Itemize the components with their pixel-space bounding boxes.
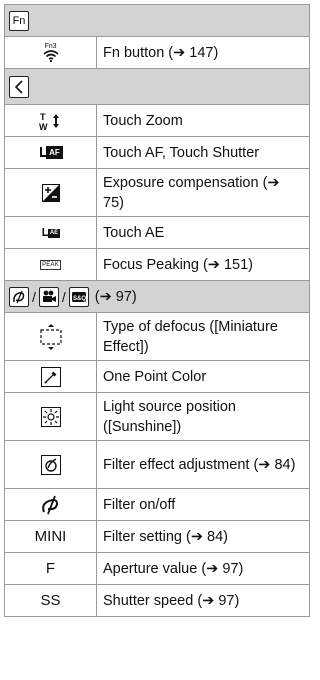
table-row: One Point Color <box>5 361 309 393</box>
mode-section-header: / / S&Q (➔ 97) <box>5 281 309 313</box>
table-row: Type of defocus ([Miniature Effect]) <box>5 313 309 361</box>
row-text: Focus Peaking (➔ 151) <box>103 256 253 273</box>
fn-icon: Fn <box>9 10 29 31</box>
fn3-label: Fn3 <box>44 43 57 50</box>
slow-quick-icon: S&Q <box>68 286 89 307</box>
filter-onoff-icon <box>5 489 97 520</box>
mini-label: MINI <box>5 521 97 552</box>
row-text: Filter effect adjustment (➔ 84) <box>103 456 296 473</box>
fn-section-header: Fn <box>5 5 309 37</box>
row-text: Shutter speed (➔ 97) <box>103 592 240 609</box>
row-text: Light source position ([Sunshine]) <box>103 398 236 435</box>
row-text: Touch AE <box>103 224 165 241</box>
defocus-frame-icon <box>5 313 97 360</box>
filter-adjust-icon <box>5 441 97 488</box>
table-row: Light source position ([Sunshine]) <box>5 393 309 441</box>
table-row: Filter effect adjustment (➔ 84) <box>5 441 309 489</box>
creative-video-icon <box>38 286 59 307</box>
row-text: One Point Color <box>103 368 207 385</box>
touch-ae-icon: AE <box>5 217 97 248</box>
table-row: Fn3 Fn button (➔ 147) <box>5 37 309 69</box>
svg-text:T: T <box>40 112 46 122</box>
creative-control-icon <box>9 286 29 307</box>
table-row: T W Touch Zoom <box>5 105 309 137</box>
row-text: Type of defocus ([Miniature Effect]) <box>103 318 278 355</box>
row-text: Fn button (➔ 147) <box>103 44 219 61</box>
row-text: Exposure compensation (➔ 75) <box>103 174 280 211</box>
svg-text:W: W <box>39 122 48 131</box>
table-row: AF Touch AF, Touch Shutter <box>5 137 309 169</box>
table-row: PEAK Focus Peaking (➔ 151) <box>5 249 309 281</box>
ae-label: AE <box>47 228 61 238</box>
table-row: AE Touch AE <box>5 217 309 249</box>
table-row: Exposure compensation (➔ 75) <box>5 169 309 217</box>
row-text: Filter setting (➔ 84) <box>103 528 228 545</box>
shutter-speed-label: SS <box>5 585 97 616</box>
peaking-icon: PEAK <box>5 249 97 280</box>
touch-zoom-icon: T W <box>5 105 97 136</box>
row-text: Touch Zoom <box>103 112 183 129</box>
af-label: AF <box>46 146 63 159</box>
table-row: SS Shutter speed (➔ 97) <box>5 585 309 617</box>
touch-section-header <box>5 69 309 105</box>
fn-wifi-icon: Fn3 <box>5 37 97 68</box>
exposure-compensation-icon <box>5 169 97 216</box>
light-source-icon <box>5 393 97 440</box>
table-row: Filter on/off <box>5 489 309 521</box>
row-text: Aperture value (➔ 97) <box>103 560 244 577</box>
aperture-label: F <box>5 553 97 584</box>
touch-tab-icon <box>9 75 29 98</box>
row-text: Filter on/off <box>103 496 176 513</box>
row-text: Touch AF, Touch Shutter <box>103 144 260 161</box>
touch-af-icon: AF <box>5 137 97 168</box>
function-table: Fn Fn3 Fn button (➔ 147) T W Touch Zoom … <box>4 4 310 617</box>
table-row: F Aperture value (➔ 97) <box>5 553 309 585</box>
peak-label: PEAK <box>40 259 61 270</box>
svg-text:S&Q: S&Q <box>73 296 86 302</box>
table-row: MINI Filter setting (➔ 84) <box>5 521 309 553</box>
mode-header-ref: (➔ 97) <box>94 288 137 305</box>
one-point-color-icon <box>5 361 97 392</box>
